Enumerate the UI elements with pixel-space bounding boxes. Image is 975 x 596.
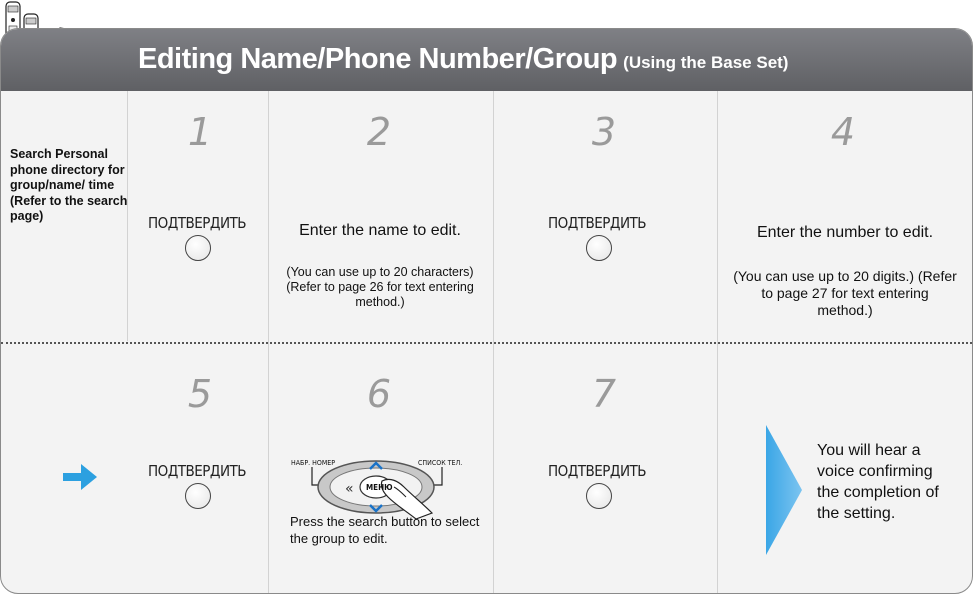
title-text: Editing Name/Phone Number/Group: [138, 43, 618, 75]
confirm-button-label: ПОДТВЕРДИТЬ: [147, 462, 247, 480]
page-title: Editing Name/Phone Number/Group (Using th…: [138, 43, 788, 76]
confirm-button-label: ПОДТВЕРДИТЬ: [547, 462, 647, 480]
menu-center-label: МЕНЮ: [366, 483, 393, 492]
confirm-button-label: ПОДТВЕРДИТЬ: [547, 214, 647, 232]
svg-text:«: «: [345, 481, 354, 497]
confirm-button[interactable]: [586, 483, 612, 509]
confirm-button[interactable]: [185, 483, 211, 509]
arrow-right-icon: [63, 464, 97, 490]
step-6-instruction: Press the search button to select the gr…: [290, 514, 480, 546]
big-arrow-icon: [766, 425, 802, 555]
confirm-button[interactable]: [185, 235, 211, 261]
search-instruction-text: Search Personal phone directory for grou…: [10, 147, 128, 223]
step-number-7: 7: [591, 372, 617, 416]
step-2-instruction: Enter the name to edit.: [299, 222, 461, 239]
header-bar: Editing Name/Phone Number/Group (Using th…: [1, 29, 972, 91]
completion-message: You will hear a voice confirming the com…: [817, 442, 939, 522]
step-number-4: 4: [830, 110, 856, 154]
step-4-instruction: Enter the number to edit.: [756, 224, 934, 241]
page-subtitle: (Using the Base Set): [623, 53, 789, 72]
step-number-6: 6: [366, 372, 392, 416]
step-number-2: 2: [366, 110, 392, 154]
step-number-3: 3: [591, 110, 617, 154]
step-number-5: 5: [187, 372, 213, 416]
step-2-note: (You can use up to 20 characters) (Refer…: [286, 265, 474, 309]
step-number-1: 1: [187, 110, 213, 154]
confirm-button[interactable]: [586, 235, 612, 261]
step-4-note: (You can use up to 20 digits.) (Refer to…: [733, 268, 957, 318]
row-divider: [1, 342, 972, 344]
confirm-button-label: ПОДТВЕРДИТЬ: [147, 214, 247, 232]
